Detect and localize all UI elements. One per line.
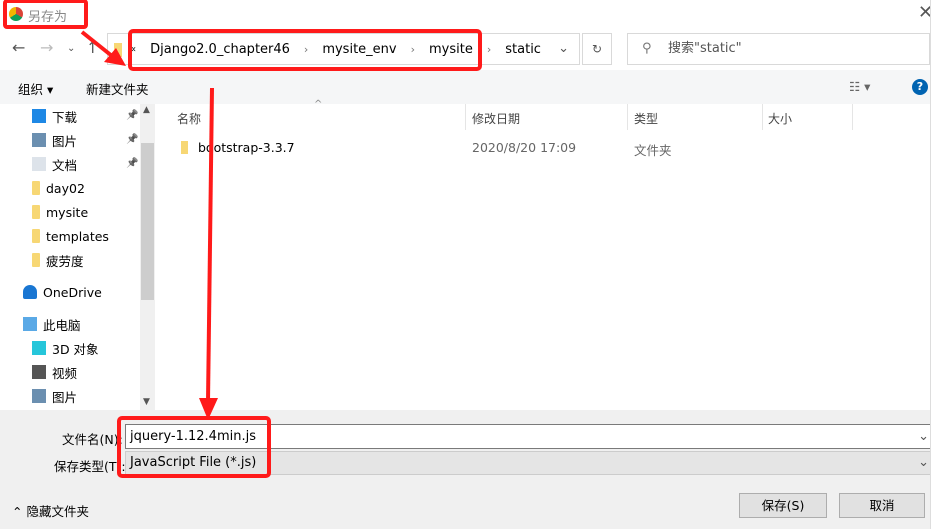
annotation-box-title xyxy=(3,0,88,29)
annotation-box-filename xyxy=(117,416,271,478)
annotation-arrow-line xyxy=(80,30,114,58)
annotation-box-address xyxy=(128,29,482,71)
annotation-overlay xyxy=(3,0,482,478)
annotation-arrow-line xyxy=(206,87,214,403)
